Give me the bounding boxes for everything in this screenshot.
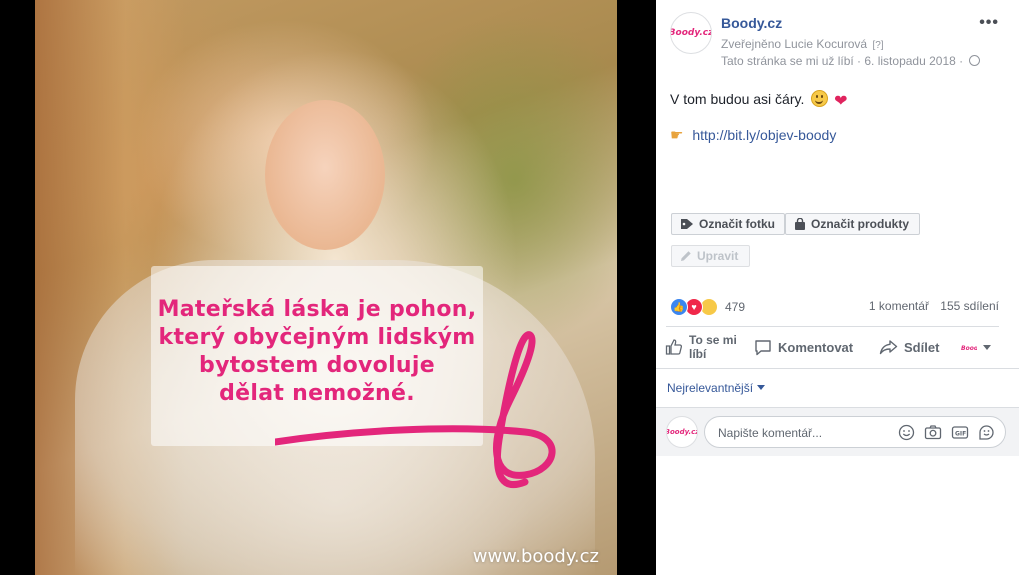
commenter-avatar[interactable]: Boody.cz [666, 416, 698, 448]
sort-label: Nejrelevantnější [667, 381, 754, 395]
help-marker[interactable]: [?] [872, 40, 883, 51]
comment-placeholder: Napište komentář... [718, 426, 823, 440]
published-by: Zveřejněno Lucie Kocurová [?] [721, 37, 884, 51]
divider [666, 326, 999, 327]
post-link[interactable]: http://bit.ly/objev-boody [692, 127, 836, 143]
comment-sort-dropdown[interactable]: Nejrelevantnější [667, 381, 766, 395]
like-label: To se mi líbí [689, 333, 737, 361]
svg-text:GIF: GIF [955, 431, 966, 438]
engagement-stats: 1 komentář 155 sdílení [869, 299, 999, 313]
comment-label: Komentovat [778, 340, 854, 355]
speech-bubble-icon [754, 339, 772, 356]
watermark: www.boody.cz [472, 546, 599, 567]
page-avatar[interactable]: Boody.cz [670, 12, 712, 54]
like-button[interactable]: To se mi líbí [665, 333, 737, 361]
more-options-icon[interactable]: ••• [979, 14, 999, 32]
shares-count[interactable]: 155 sdílení [940, 299, 999, 313]
shopping-bag-icon [794, 217, 806, 231]
thumbs-up-icon [665, 338, 683, 356]
boody-logo: Boody.cz [670, 28, 712, 38]
reactions-count: 479 [725, 300, 746, 314]
caret-down-icon [757, 385, 766, 390]
divider [656, 368, 1019, 369]
page-name-link[interactable]: Boody.cz [721, 15, 782, 31]
chevron-down-icon [983, 344, 991, 350]
share-label: Sdílet [904, 339, 940, 355]
tag-icon [680, 218, 694, 230]
post-text-content: V tom budou asi čáry. [670, 91, 805, 107]
edit-button[interactable]: Upravit [671, 245, 750, 267]
sticker-icon[interactable] [978, 424, 995, 441]
gif-icon[interactable]: GIF [951, 424, 969, 441]
pencil-icon [680, 250, 692, 262]
post-link-line: ☛ http://bit.ly/objev-boody [670, 126, 836, 144]
share-button[interactable]: Sdílet [879, 339, 939, 355]
post-as-selector[interactable]: Boody [961, 341, 991, 353]
heart-emoji-icon: ❤ [834, 93, 848, 110]
boody-logo: Boody.cz [666, 428, 698, 436]
tag-products-label: Označit produkty [811, 217, 910, 231]
comment-button[interactable]: Komentovat [754, 339, 853, 356]
post-panel: Boody.cz Boody.cz Zveřejněno Lucie Kocur… [656, 0, 1019, 575]
post-text: V tom budou asi čáry. ❤ [670, 90, 848, 111]
post-photo[interactable]: Mateřská láska je pohon, který obyčejným… [35, 0, 617, 575]
camera-icon[interactable] [924, 424, 942, 441]
post-meta-text: Tato stránka se mi už líbí · 6. listopad… [721, 54, 964, 68]
like-reaction-icon: 👍 [670, 298, 688, 316]
share-arrow-icon [879, 339, 898, 355]
published-by-text: Zveřejněno Lucie Kocurová [721, 37, 868, 51]
tag-photo-button[interactable]: Označit fotku [671, 213, 785, 235]
emoji-icon[interactable] [898, 424, 915, 441]
smile-emoji-icon [811, 90, 829, 107]
pink-swirl-decoration [275, 331, 556, 489]
reactions-summary[interactable]: 👍 ♥ 479 [670, 298, 745, 316]
tag-photo-label: Označit fotku [699, 217, 776, 231]
boody-mini-logo-icon: Boody [961, 341, 977, 353]
globe-icon[interactable] [969, 55, 981, 66]
svg-text:Boody: Boody [961, 345, 977, 352]
comment-input-icons: GIF [898, 424, 995, 441]
comments-count[interactable]: 1 komentář [869, 299, 929, 313]
pointing-hand-icon: ☛ [670, 127, 684, 144]
comment-input[interactable]: Napište komentář... GIF [704, 416, 1006, 448]
photo-face-shading [265, 100, 385, 250]
tag-products-button[interactable]: Označit produkty [785, 213, 920, 235]
post-meta: Tato stránka se mi už líbí · 6. listopad… [721, 54, 981, 68]
edit-label: Upravit [697, 249, 739, 263]
comment-composer: Boody.cz Napište komentář... GIF [656, 407, 1019, 456]
